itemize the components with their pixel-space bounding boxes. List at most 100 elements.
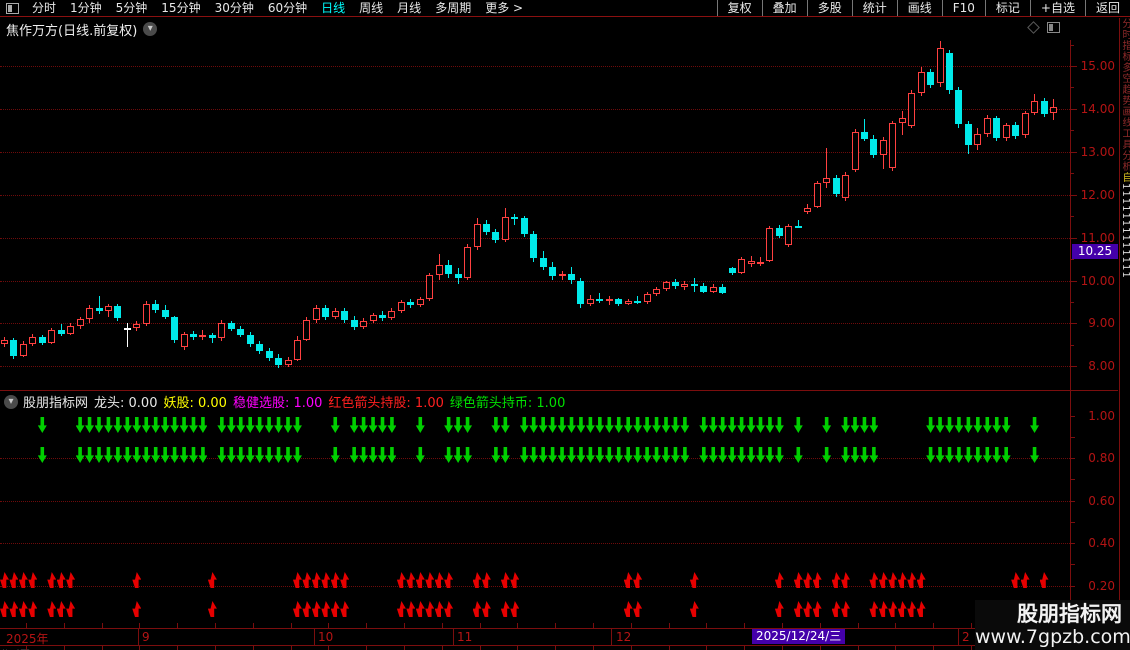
- green-hold-cash-arrow: [75, 417, 85, 433]
- red-hold-stock-arrow: [311, 601, 321, 617]
- green-hold-cash-arrow: [1001, 447, 1011, 463]
- red-hold-stock-arrow: [66, 601, 76, 617]
- menu-画线[interactable]: 画线: [896, 0, 942, 16]
- date-axis: 2025年 9 10 11 12 2 2025/12/24/三: [0, 629, 1118, 646]
- green-hold-cash-arrow: [292, 447, 302, 463]
- price-tick: [1071, 87, 1074, 89]
- green-hold-cash-arrow: [623, 447, 633, 463]
- diamond-icon[interactable]: [1027, 21, 1040, 34]
- red-hold-stock-arrow: [207, 601, 217, 617]
- period-tab-分时[interactable]: 分时: [25, 0, 63, 16]
- green-hold-cash-arrow: [576, 417, 586, 433]
- green-hold-cash-arrow: [982, 447, 992, 463]
- menu-返回[interactable]: 返回: [1084, 0, 1130, 16]
- red-hold-stock-arrow: [302, 601, 312, 617]
- red-hold-stock-arrow: [434, 601, 444, 617]
- indicator-chevron-down-icon[interactable]: ▾: [4, 394, 18, 409]
- period-tab-多周期[interactable]: 多周期: [428, 0, 478, 16]
- menu-多股[interactable]: 多股: [806, 0, 852, 16]
- menu-标记[interactable]: 标记: [984, 0, 1030, 16]
- period-tab-5分钟[interactable]: 5分钟: [109, 0, 155, 16]
- menu-复权[interactable]: 复权: [716, 0, 762, 16]
- period-tab-月线[interactable]: 月线: [390, 0, 428, 16]
- title-chevron-down-icon[interactable]: ▾: [143, 22, 158, 36]
- green-hold-cash-arrow: [954, 417, 964, 433]
- green-hold-cash-arrow: [538, 417, 548, 433]
- candle-body: [199, 335, 207, 338]
- indicator-value: 稳健选股: 1.00: [232, 396, 323, 411]
- price-label: 15.00: [1080, 59, 1115, 73]
- candle-body: [549, 266, 557, 277]
- candlestick-chart[interactable]: [0, 40, 1070, 390]
- price-gridline: [0, 280, 1070, 282]
- candle-body: [615, 299, 623, 304]
- green-hold-cash-arrow: [633, 447, 643, 463]
- period-tab-周线[interactable]: 周线: [352, 0, 390, 16]
- candle-body: [511, 217, 519, 219]
- candle-body: [1, 339, 8, 344]
- red-hold-stock-arrow: [425, 601, 435, 617]
- menu-叠加[interactable]: 叠加: [761, 0, 807, 16]
- candle-body: [218, 322, 226, 339]
- green-hold-cash-arrow: [113, 447, 123, 463]
- green-hold-cash-arrow: [453, 447, 463, 463]
- green-hold-cash-arrow: [992, 417, 1002, 433]
- menu-F10[interactable]: F10: [941, 0, 985, 16]
- signal-axis-label: 0.80: [1088, 451, 1115, 465]
- period-tab-日线[interactable]: 日线: [314, 0, 352, 16]
- candle-body: [879, 139, 887, 156]
- green-hold-cash-arrow: [170, 417, 180, 433]
- crosshair-price-badge: 10.25: [1072, 244, 1118, 259]
- candle-body: [133, 324, 141, 328]
- period-tab-更多 >[interactable]: 更多 >: [478, 0, 530, 16]
- indicator-value: 妖股: 0.00: [163, 396, 227, 411]
- green-hold-cash-arrow: [132, 417, 142, 433]
- signal-axis-tick: [1071, 585, 1075, 587]
- candle-body: [993, 118, 1001, 139]
- price-tick: [1071, 344, 1074, 346]
- period-tab-30分钟[interactable]: 30分钟: [208, 0, 261, 16]
- price-gridline: [0, 151, 1070, 153]
- right-sidebar[interactable]: 分时指标多空趋势画线工具分析自 1111111111111: [1119, 18, 1130, 650]
- green-hold-cash-arrow: [283, 417, 293, 433]
- price-tick: [1071, 366, 1077, 368]
- clipped-row-tick: [328, 646, 330, 650]
- period-tab-1分钟[interactable]: 1分钟: [63, 0, 109, 16]
- candle-body: [161, 309, 169, 317]
- menu-+自选[interactable]: +自选: [1029, 0, 1085, 16]
- green-hold-cash-arrow: [170, 447, 180, 463]
- price-tick: [1071, 66, 1077, 67]
- green-hold-cash-arrow: [595, 447, 605, 463]
- sidebar-number-column: 1111111111111: [1120, 183, 1130, 279]
- red-hold-stock-arrow: [444, 601, 454, 617]
- signal-panel[interactable]: [0, 412, 1070, 628]
- green-hold-cash-arrow: [151, 417, 161, 433]
- green-hold-cash-arrow: [567, 417, 576, 433]
- menu-统计[interactable]: 统计: [851, 0, 897, 16]
- green-hold-cash-arrow: [519, 417, 529, 433]
- green-hold-cash-arrow: [283, 447, 293, 463]
- red-hold-stock-arrow: [793, 601, 803, 617]
- green-hold-cash-arrow: [491, 447, 501, 463]
- window-layout-icon[interactable]: [6, 2, 19, 14]
- green-hold-cash-arrow: [614, 417, 624, 433]
- green-hold-cash-arrow: [954, 447, 964, 463]
- month-separator: [314, 629, 315, 645]
- candle-body: [284, 359, 292, 366]
- red-hold-stock-arrow: [472, 601, 482, 617]
- clipped-row-tick: [252, 646, 254, 650]
- date-label: 12: [616, 630, 632, 644]
- candle-body: [747, 261, 755, 265]
- date-label: 10: [318, 630, 334, 644]
- red-hold-stock-arrow: [774, 601, 784, 617]
- date-label: 11: [457, 630, 473, 644]
- sidebar-tab-label[interactable]: 自: [1120, 172, 1130, 183]
- clipped-row-tick: [895, 646, 897, 650]
- clipped-row-tick: [441, 646, 443, 650]
- signal-axis-tick: [1071, 436, 1075, 438]
- period-tab-15分钟[interactable]: 15分钟: [154, 0, 207, 16]
- split-panel-icon[interactable]: [1047, 22, 1060, 33]
- stock-title: 焦作万方(日线.前复权): [6, 23, 138, 39]
- month-separator: [611, 629, 612, 645]
- period-tab-60分钟[interactable]: 60分钟: [261, 0, 314, 16]
